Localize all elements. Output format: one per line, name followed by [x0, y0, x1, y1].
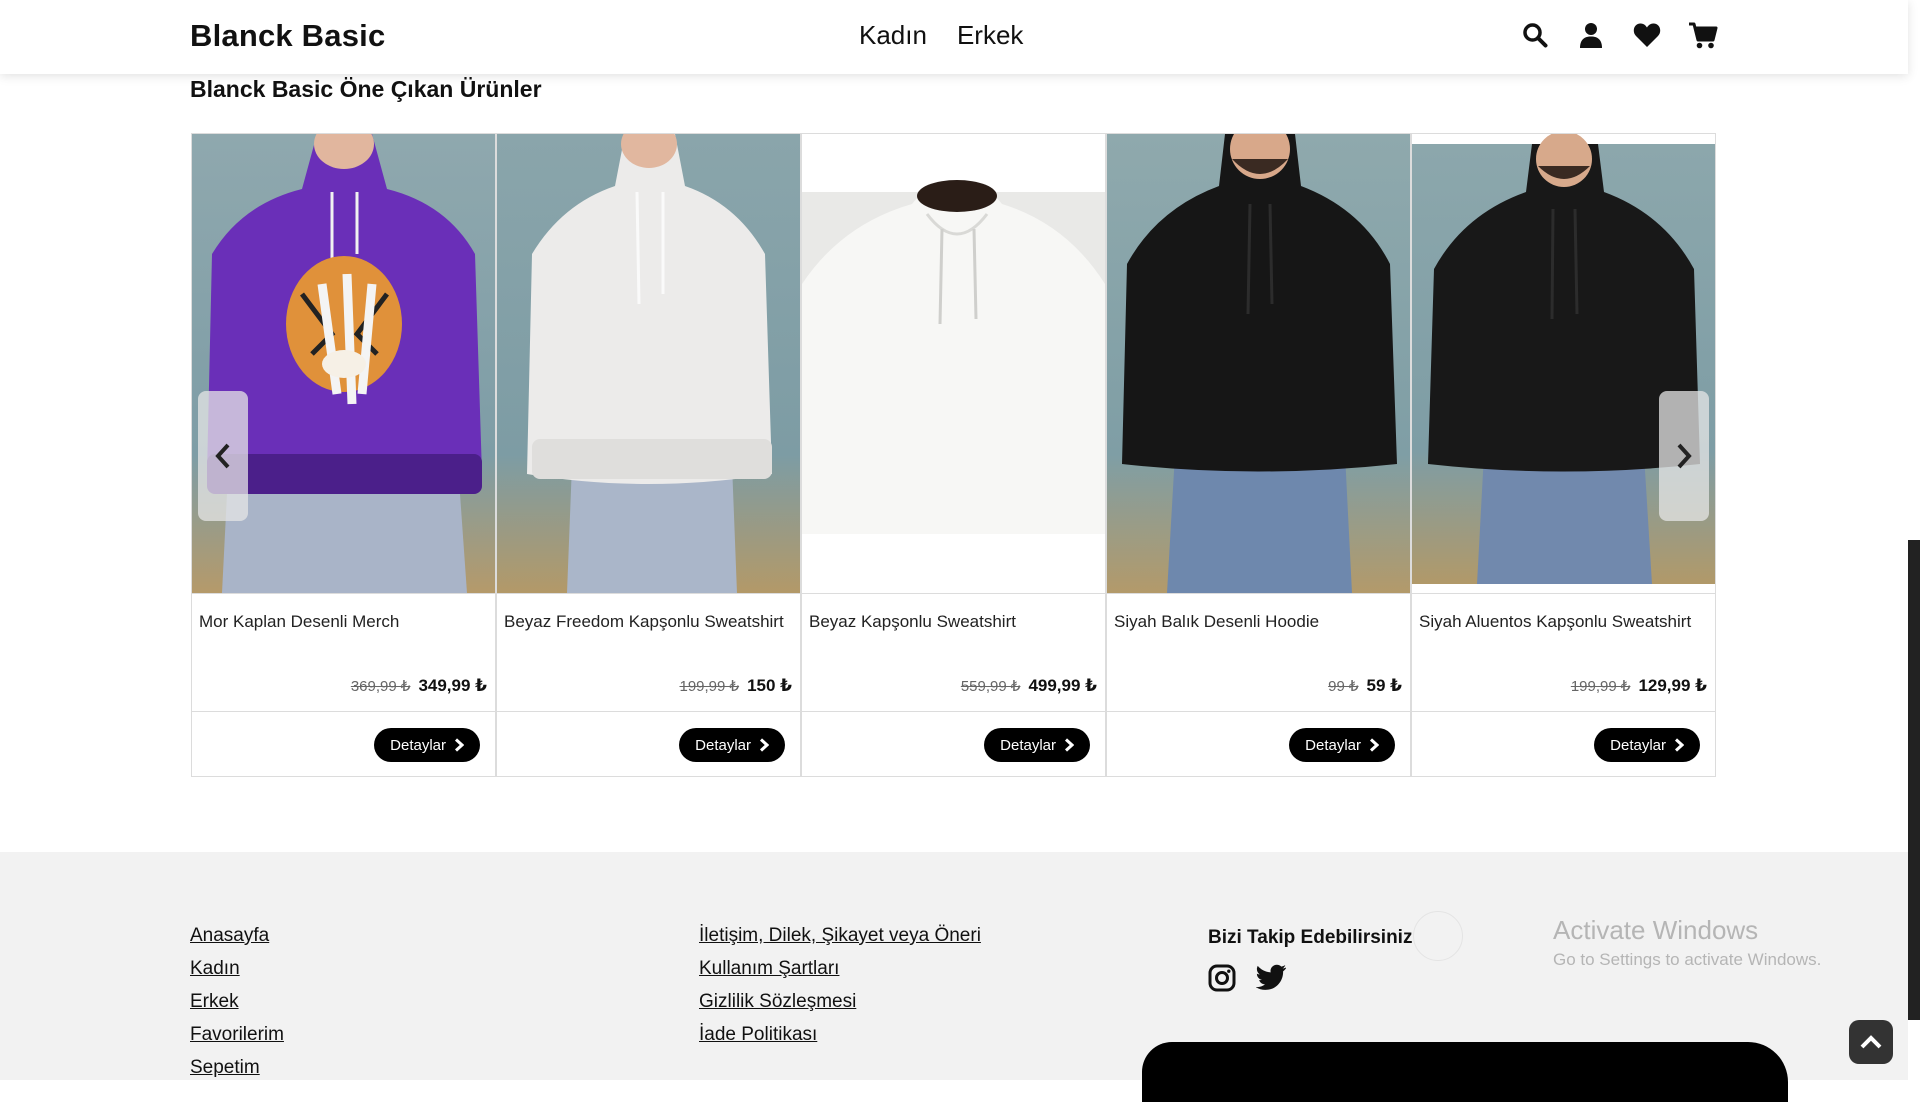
footer-link-iade[interactable]: İade Politikası [699, 1024, 981, 1046]
product-name[interactable]: Beyaz Kapşonlu Sweatshirt [809, 612, 1016, 632]
watermark-title: Activate Windows [1553, 915, 1759, 945]
product-prices: 99 ₺ 59 ₺ [1328, 676, 1402, 696]
footer-links-main: Anasayfa Kadın Erkek Favorilerim Sepetim [190, 925, 284, 1079]
product-prices: 559,99 ₺ 499,99 ₺ [961, 676, 1097, 696]
product-footer: Detaylar [802, 711, 1105, 777]
chevron-right-icon [454, 738, 464, 752]
footer-link-iletisim[interactable]: İletişim, Dilek, Şikayet veya Öneri [699, 925, 981, 947]
product-image[interactable] [497, 134, 800, 593]
product-image[interactable] [802, 134, 1105, 593]
chevron-right-icon [1677, 443, 1692, 469]
product-info: Beyaz Kapşonlu Sweatshirt 559,99 ₺ 499,9… [802, 593, 1105, 711]
cart-icon[interactable] [1688, 20, 1718, 50]
footer-link-sepetim[interactable]: Sepetim [190, 1057, 284, 1079]
current-price: 499,99 ₺ [1028, 676, 1097, 695]
twitter-icon[interactable] [1256, 964, 1286, 994]
product-footer: Detaylar [497, 711, 800, 777]
footer-link-gizlilik[interactable]: Gizlilik Sözleşmesi [699, 991, 981, 1013]
carousel-next-button[interactable] [1659, 391, 1709, 521]
product-name[interactable]: Siyah Balık Desenli Hoodie [1114, 612, 1319, 632]
old-price: 199,99 ₺ [1570, 678, 1631, 695]
chevron-right-icon [1369, 738, 1379, 752]
chevron-right-icon [1674, 738, 1684, 752]
footer-link-kullanim-sartlari[interactable]: Kullanım Şartları [699, 958, 981, 980]
old-price: 559,99 ₺ [960, 678, 1021, 695]
product-carousel: Mor Kaplan Desenli Merch 369,99 ₺ 349,99… [191, 133, 1717, 777]
user-icon[interactable] [1576, 20, 1606, 50]
chevron-left-icon [215, 443, 230, 469]
nav-link-erkek[interactable]: Erkek [957, 20, 1023, 51]
social-links [1208, 964, 1286, 994]
product-footer: Detaylar [1412, 711, 1715, 777]
nav-icons [1520, 20, 1718, 50]
current-price: 349,99 ₺ [418, 676, 487, 695]
chevron-right-icon [759, 738, 769, 752]
product-name[interactable]: Siyah Aluentos Kapşonlu Sweatshirt [1419, 612, 1691, 632]
old-price: 369,99 ₺ [350, 678, 411, 695]
brand-logo[interactable]: Blanck Basic [190, 18, 385, 54]
product-info: Beyaz Freedom Kapşonlu Sweatshirt 199,99… [497, 593, 800, 711]
details-button[interactable]: Detaylar [679, 728, 785, 762]
product-image[interactable] [192, 134, 495, 593]
product-card: Siyah Balık Desenli Hoodie 99 ₺ 59 ₺ Det… [1106, 133, 1411, 777]
windows-activation-watermark: Activate Windows Go to Settings to activ… [1553, 915, 1821, 970]
current-price: 59 ₺ [1366, 676, 1402, 695]
details-button[interactable]: Detaylar [374, 728, 480, 762]
scroll-to-top-button[interactable] [1849, 1020, 1893, 1064]
details-button[interactable]: Detaylar [1594, 728, 1700, 762]
details-button-label: Detaylar [695, 736, 751, 754]
product-image[interactable] [1412, 134, 1715, 593]
current-price: 129,99 ₺ [1638, 676, 1707, 695]
details-button[interactable]: Detaylar [984, 728, 1090, 762]
footer-links-info: İletişim, Dilek, Şikayet veya Öneri Kull… [699, 925, 981, 1046]
heart-icon[interactable] [1632, 20, 1662, 50]
chevron-up-icon [1860, 1035, 1882, 1049]
redacted-region [1142, 1042, 1788, 1102]
product-card: Beyaz Kapşonlu Sweatshirt 559,99 ₺ 499,9… [801, 133, 1106, 777]
product-footer: Detaylar [1107, 711, 1410, 777]
scrollbar-thumb[interactable] [1908, 540, 1920, 1020]
product-prices: 199,99 ₺ 129,99 ₺ [1571, 676, 1707, 696]
search-icon[interactable] [1520, 20, 1550, 50]
top-navbar: Blanck Basic Kadın Erkek [0, 0, 1908, 74]
page-scrollbar[interactable] [1908, 0, 1920, 1080]
details-button-label: Detaylar [1305, 736, 1361, 754]
details-button[interactable]: Detaylar [1289, 728, 1395, 762]
product-name[interactable]: Mor Kaplan Desenli Merch [199, 612, 399, 632]
old-price: 99 ₺ [1328, 678, 1359, 695]
product-footer: Detaylar [192, 711, 495, 777]
carousel-prev-button[interactable] [198, 391, 248, 521]
chevron-right-icon [1064, 738, 1074, 752]
details-button-label: Detaylar [1000, 736, 1056, 754]
product-card: Beyaz Freedom Kapşonlu Sweatshirt 199,99… [496, 133, 801, 777]
footer-link-anasayfa[interactable]: Anasayfa [190, 925, 284, 947]
footer-link-kadin[interactable]: Kadın [190, 958, 284, 980]
details-button-label: Detaylar [390, 736, 446, 754]
product-info: Siyah Balık Desenli Hoodie 99 ₺ 59 ₺ [1107, 593, 1410, 711]
old-price: 199,99 ₺ [679, 678, 740, 695]
product-info: Mor Kaplan Desenli Merch 369,99 ₺ 349,99… [192, 593, 495, 711]
watermark-subtitle: Go to Settings to activate Windows. [1553, 950, 1822, 969]
footer-link-favorilerim[interactable]: Favorilerim [190, 1024, 284, 1046]
site-footer: Anasayfa Kadın Erkek Favorilerim Sepetim… [0, 852, 1908, 1102]
chat-widget-placeholder [1413, 911, 1463, 961]
section-title: Blanck Basic Öne Çıkan Ürünler [190, 76, 542, 102]
product-name[interactable]: Beyaz Freedom Kapşonlu Sweatshirt [504, 612, 784, 632]
product-prices: 199,99 ₺ 150 ₺ [679, 676, 792, 696]
product-info: Siyah Aluentos Kapşonlu Sweatshirt 199,9… [1412, 593, 1715, 711]
main-nav: Kadın Erkek [859, 20, 1023, 51]
details-button-label: Detaylar [1610, 736, 1666, 754]
product-prices: 369,99 ₺ 349,99 ₺ [351, 676, 487, 696]
follow-title: Bizi Takip Edebilirsiniz [1208, 927, 1413, 948]
footer-link-erkek[interactable]: Erkek [190, 991, 284, 1013]
nav-link-kadin[interactable]: Kadın [859, 20, 927, 51]
instagram-icon[interactable] [1208, 964, 1238, 994]
current-price: 150 ₺ [747, 676, 792, 695]
product-image[interactable] [1107, 134, 1410, 593]
